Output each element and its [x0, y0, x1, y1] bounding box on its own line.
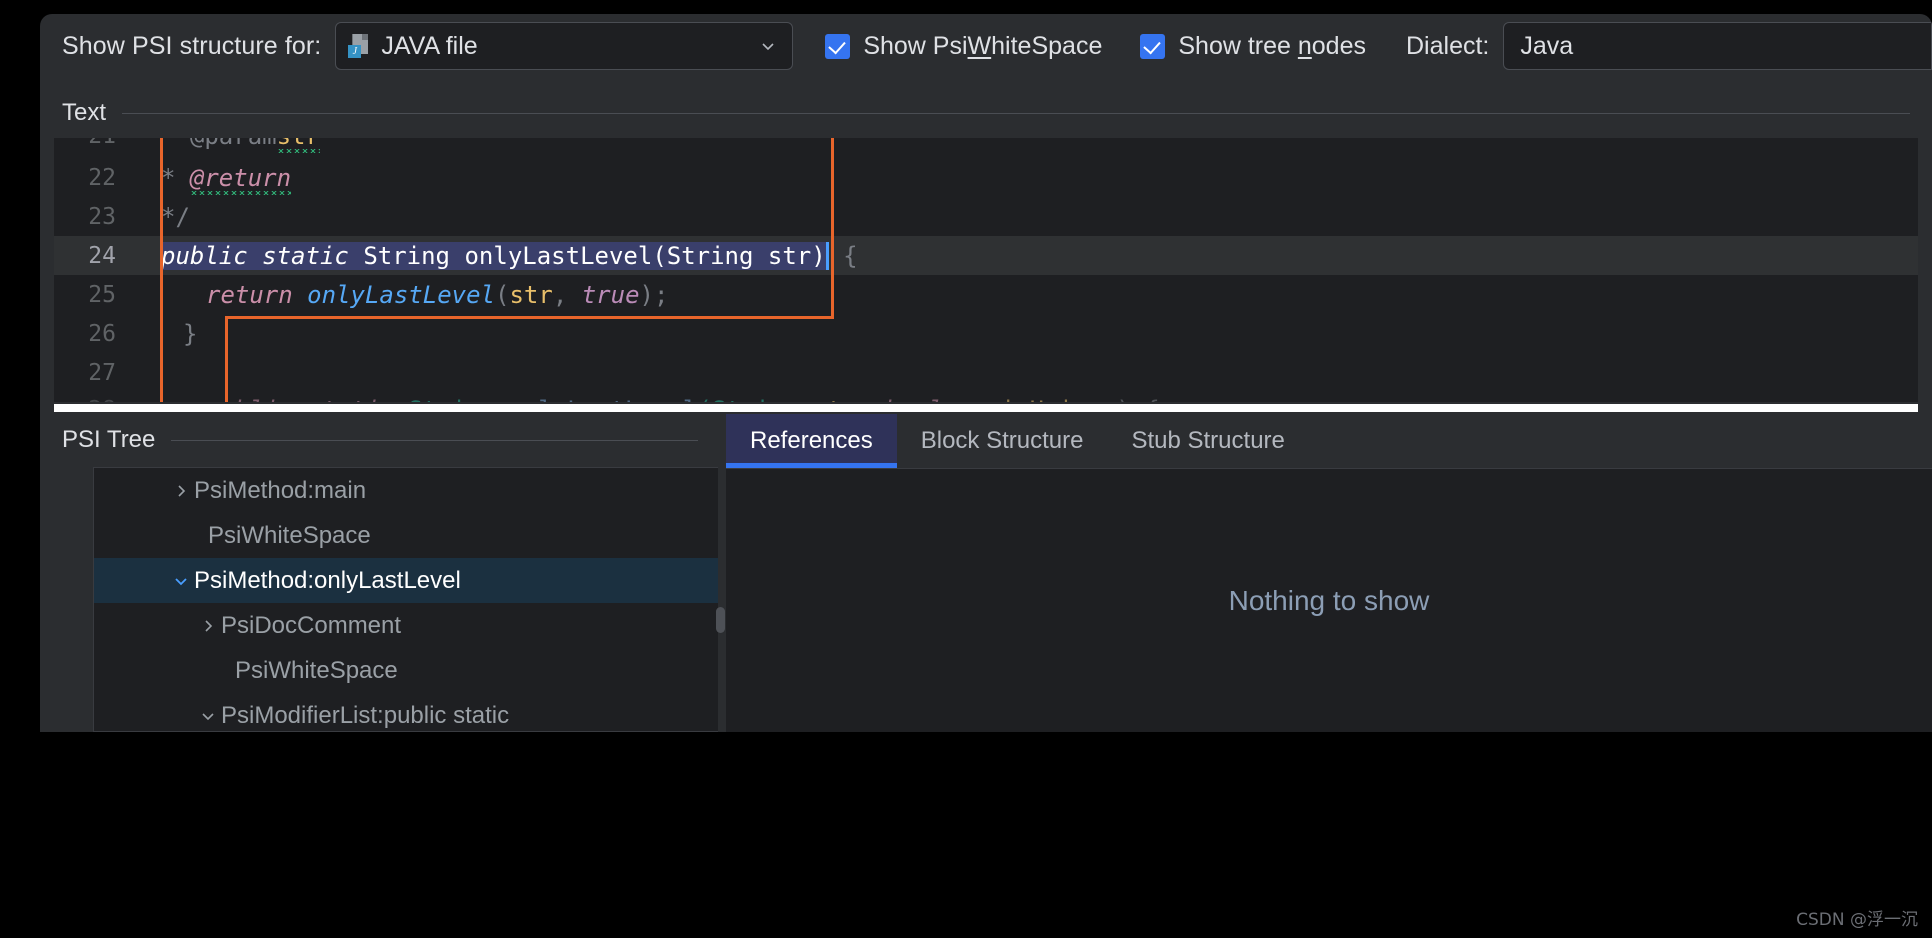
code-line: 25 return onlyLastLevel(str, true);	[54, 275, 1918, 314]
dialect-value: Java	[1520, 31, 1574, 60]
code-line: 27	[54, 353, 1918, 392]
tree-item-psimodifierlist[interactable]: PsiModifierList:public static	[94, 693, 718, 731]
tab-content-area: Nothing to show	[726, 468, 1932, 732]
section-divider	[171, 439, 698, 441]
tree-item-psiwhitespace-2[interactable]: PsiWhiteSpace	[94, 648, 718, 693]
dialect-label: Dialect:	[1406, 31, 1490, 60]
line-number: 27	[88, 359, 116, 386]
tree-item-label: PsiModifierList:public static	[221, 701, 510, 729]
tree-item-label: PsiWhiteSpace	[235, 656, 398, 684]
line-content: public static String onlyLastLevel(Strin…	[161, 241, 858, 270]
watermark: CSDN @浮一沉	[1796, 910, 1918, 930]
code-line: 21 * @paramstr	[54, 138, 1918, 155]
dialect-dropdown[interactable]: Java	[1503, 22, 1932, 70]
line-content: * @return	[161, 163, 292, 192]
tree-item-psiwhitespace[interactable]: PsiWhiteSpace	[94, 513, 718, 558]
file-type-dropdown[interactable]: J JAVA file	[335, 22, 794, 70]
psi-structure-for-label: Show PSI structure for:	[62, 31, 322, 60]
psi-tree-title: PSI Tree	[62, 426, 156, 453]
tab-label: Stub Structure	[1131, 427, 1285, 454]
psi-tree-scrollbar-thumb[interactable]	[716, 607, 725, 633]
line-number: 24	[88, 242, 116, 269]
chevron-down-icon[interactable]	[168, 568, 194, 594]
show-psiwhitespace-label: Show PsiWhiteSpace	[863, 31, 1103, 60]
java-file-icon: J	[348, 34, 370, 58]
tab-block-structure[interactable]: Block Structure	[897, 414, 1108, 468]
line-content: return onlyLastLevel(str, true);	[206, 280, 669, 309]
code-editor[interactable]: 21 * @paramstr 22 * @return 23 */ 24 pub…	[54, 138, 1918, 402]
chevron-right-icon[interactable]	[168, 478, 194, 504]
line-content: * @paramstr	[161, 138, 320, 150]
show-tree-nodes-checkbox[interactable]: Show tree nodes	[1140, 32, 1366, 61]
chevron-right-icon[interactable]	[195, 613, 221, 639]
code-line: 28 public static String onlyLastLevel(St…	[54, 390, 1918, 403]
line-number: 23	[88, 203, 116, 230]
text-section-header: Text	[40, 98, 1932, 128]
file-type-value: JAVA file	[381, 31, 478, 60]
tab-label: References	[750, 427, 873, 454]
element-range-outline-step	[225, 316, 228, 402]
section-divider	[122, 112, 1910, 114]
code-line: 26 }	[54, 314, 1918, 353]
tree-item-psidoccomment[interactable]: PsiDocComment	[94, 603, 718, 648]
checkbox-box	[1140, 33, 1166, 59]
line-number: 22	[88, 164, 116, 191]
psi-tree-panel[interactable]: PsiMethod:main PsiWhiteSpace PsiMethod:o…	[93, 467, 718, 732]
chevron-down-icon	[760, 38, 776, 54]
tab-references[interactable]: References	[726, 414, 897, 468]
top-toolbar: Show PSI structure for: J JAVA file Show…	[40, 14, 1932, 78]
code-line: 23 */	[54, 197, 1918, 236]
chevron-down-icon[interactable]	[195, 703, 221, 729]
tree-item-psimethod-onlylastlevel[interactable]: PsiMethod:onlyLastLevel	[94, 558, 718, 603]
tree-item-psimethod-main[interactable]: PsiMethod:main	[94, 468, 718, 513]
right-tabbed-panel: References Block Structure Stub Structur…	[726, 414, 1932, 732]
line-number: 21	[54, 138, 116, 149]
tree-item-label: PsiWhiteSpace	[208, 521, 371, 549]
empty-state-message: Nothing to show	[1228, 584, 1430, 616]
code-line-current: 24 public static String onlyLastLevel(St…	[54, 236, 1918, 275]
code-line: 22 * @return	[54, 158, 1918, 197]
psi-viewer-dialog: Show PSI structure for: J JAVA file Show…	[40, 14, 1932, 732]
checkbox-box	[825, 33, 851, 59]
element-range-outline-bottom-a	[225, 316, 834, 319]
tab-stub-structure[interactable]: Stub Structure	[1107, 414, 1308, 468]
line-content: */	[161, 202, 190, 231]
line-number: 28	[54, 397, 116, 403]
psi-tree-section-header: PSI Tree	[40, 422, 720, 458]
line-number: 26	[88, 320, 116, 347]
element-range-outline-left	[160, 138, 163, 402]
tree-item-label: PsiMethod:onlyLastLevel	[194, 566, 461, 594]
tree-item-label: PsiMethod:main	[194, 476, 367, 504]
show-tree-nodes-label: Show tree nodes	[1178, 31, 1366, 60]
text-section-title: Text	[62, 99, 107, 126]
line-number: 25	[88, 281, 116, 308]
line-content: }	[183, 319, 198, 348]
show-psiwhitespace-checkbox[interactable]: Show PsiWhiteSpace	[825, 32, 1102, 61]
tree-item-label: PsiDocComment	[221, 611, 402, 639]
tab-label: Block Structure	[920, 427, 1084, 454]
horizontal-splitter[interactable]	[54, 404, 1918, 412]
element-range-outline-right	[831, 138, 834, 319]
tab-bar: References Block Structure Stub Structur…	[726, 414, 1932, 468]
line-content: public static String onlyLastLevel(Strin…	[206, 396, 1160, 403]
